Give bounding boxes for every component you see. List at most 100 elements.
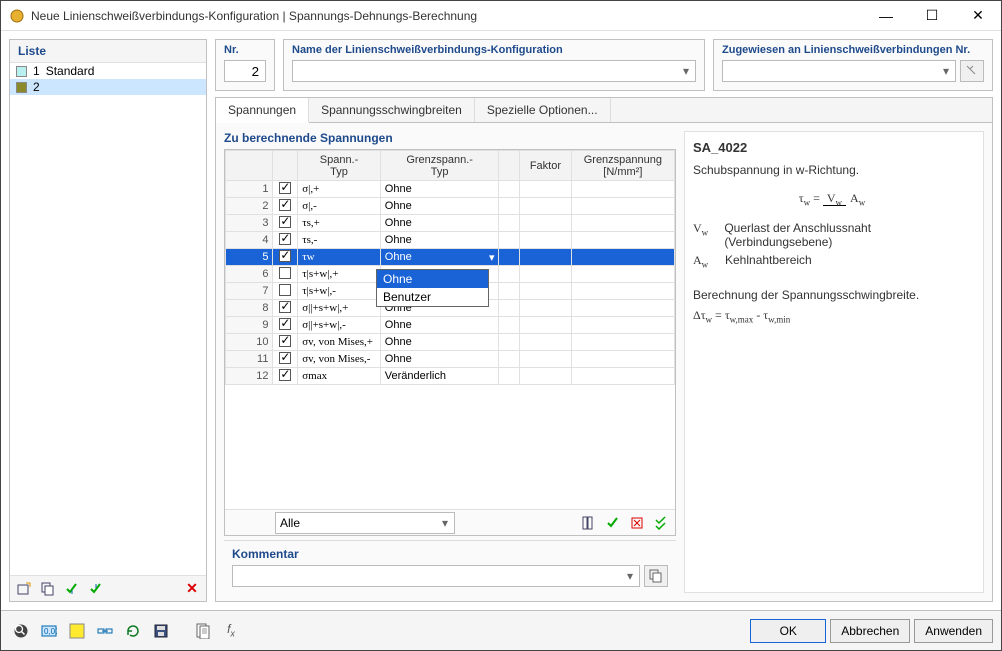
row-checkbox[interactable]: [273, 283, 298, 300]
row-checkbox[interactable]: [273, 317, 298, 334]
grenztyp-cell[interactable]: Ohne: [380, 249, 499, 266]
table-row[interactable]: 12 σmax Veränderlich: [226, 368, 675, 385]
nr-input[interactable]: [224, 60, 266, 82]
grenzspannung-cell[interactable]: [571, 232, 674, 249]
faktor-cell[interactable]: [520, 334, 572, 351]
color-icon[interactable]: [65, 619, 89, 643]
apply-button[interactable]: Anwenden: [914, 619, 993, 643]
row-checkbox[interactable]: [273, 249, 298, 266]
row-checkbox[interactable]: [273, 215, 298, 232]
new-icon[interactable]: [14, 579, 34, 599]
pick-icon[interactable]: [960, 60, 984, 82]
comment-combo[interactable]: [232, 565, 640, 587]
grenzspannung-cell[interactable]: [571, 317, 674, 334]
tab[interactable]: Spannungsschwingbreiten: [309, 98, 475, 122]
faktor-cell[interactable]: [520, 317, 572, 334]
grenztyp-cell[interactable]: Ohne: [380, 215, 499, 232]
grenztyp-cell[interactable]: Ohne: [380, 351, 499, 368]
grid-tool-uncheck-icon[interactable]: [627, 513, 647, 533]
row-checkbox[interactable]: [273, 266, 298, 283]
table-row[interactable]: 3 τs,+ Ohne: [226, 215, 675, 232]
col-spann-typ[interactable]: Spann.-Typ: [298, 151, 381, 181]
faktor-cell[interactable]: [520, 266, 572, 283]
assigned-group: Zugewiesen an Linienschweißverbindungen …: [713, 39, 993, 91]
config-list[interactable]: 1 Standard 2: [10, 63, 206, 575]
grenztyp-cell[interactable]: Veränderlich: [380, 368, 499, 385]
table-row[interactable]: 2 σ|,- Ohne: [226, 198, 675, 215]
grenzspannung-cell[interactable]: [571, 351, 674, 368]
grenztyp-cell[interactable]: Ohne: [380, 181, 499, 198]
tab[interactable]: Spannungen: [216, 98, 309, 123]
table-row[interactable]: 9 σ||+s+w|,- Ohne: [226, 317, 675, 334]
dropdown-option[interactable]: Ohne: [377, 270, 488, 288]
save-icon[interactable]: [149, 619, 173, 643]
faktor-cell[interactable]: [520, 283, 572, 300]
grenzspannung-cell[interactable]: [571, 283, 674, 300]
minimize-button[interactable]: —: [863, 1, 909, 31]
stress-grid[interactable]: Spann.-Typ Grenzspann.-Typ Faktor Grenzs…: [224, 149, 676, 536]
list-item[interactable]: 1 Standard: [10, 63, 206, 79]
link-icon[interactable]: [93, 619, 117, 643]
grenzspannung-cell[interactable]: [571, 266, 674, 283]
ok-button[interactable]: OK: [750, 619, 826, 643]
comment-copy-icon[interactable]: [644, 565, 668, 587]
grenzspannung-cell[interactable]: [571, 368, 674, 385]
grid-tool-toggle-icon[interactable]: [651, 513, 671, 533]
row-checkbox[interactable]: [273, 334, 298, 351]
faktor-cell[interactable]: [520, 181, 572, 198]
report-icon[interactable]: [191, 619, 215, 643]
grenztyp-cell[interactable]: Ohne: [380, 334, 499, 351]
cancel-button[interactable]: Abbrechen: [830, 619, 910, 643]
grenzspannung-cell[interactable]: [571, 215, 674, 232]
faktor-cell[interactable]: [520, 249, 572, 266]
col-faktor[interactable]: Faktor: [520, 151, 572, 181]
grid-tool-check-all-icon[interactable]: [603, 513, 623, 533]
grenztyp-cell[interactable]: Ohne: [380, 232, 499, 249]
grenztyp-dropdown[interactable]: OhneBenutzer: [376, 269, 489, 307]
name-combo[interactable]: [292, 60, 696, 82]
faktor-cell[interactable]: [520, 215, 572, 232]
check-out-icon[interactable]: [86, 579, 106, 599]
faktor-cell[interactable]: [520, 198, 572, 215]
grenzspannung-cell[interactable]: [571, 249, 674, 266]
faktor-cell[interactable]: [520, 368, 572, 385]
grenzspannung-cell[interactable]: [571, 334, 674, 351]
filter-combo[interactable]: Alle: [275, 512, 455, 534]
dropdown-option[interactable]: Benutzer: [377, 288, 488, 306]
delete-icon[interactable]: ✕: [182, 579, 202, 599]
row-checkbox[interactable]: [273, 368, 298, 385]
col-grenz-typ[interactable]: Grenzspann.-Typ: [380, 151, 499, 181]
close-button[interactable]: ✕: [955, 1, 1001, 31]
table-row[interactable]: 4 τs,- Ohne: [226, 232, 675, 249]
table-row[interactable]: 10 σv, von Mises,+ Ohne: [226, 334, 675, 351]
grenztyp-cell[interactable]: Ohne: [380, 198, 499, 215]
faktor-cell[interactable]: [520, 232, 572, 249]
maximize-button[interactable]: ☐: [909, 1, 955, 31]
assigned-combo[interactable]: [722, 60, 956, 82]
grid-tool-columns-icon[interactable]: [579, 513, 599, 533]
faktor-cell[interactable]: [520, 351, 572, 368]
grenzspannung-cell[interactable]: [571, 198, 674, 215]
row-checkbox[interactable]: [273, 232, 298, 249]
table-row[interactable]: 5 τw Ohne: [226, 249, 675, 266]
row-checkbox[interactable]: [273, 351, 298, 368]
row-checkbox[interactable]: [273, 181, 298, 198]
table-row[interactable]: 11 σv, von Mises,- Ohne: [226, 351, 675, 368]
section-title: Zu berechnende Spannungen: [224, 131, 676, 145]
row-checkbox[interactable]: [273, 300, 298, 317]
grenztyp-cell[interactable]: Ohne: [380, 317, 499, 334]
row-checkbox[interactable]: [273, 198, 298, 215]
check-in-icon[interactable]: [62, 579, 82, 599]
units-icon[interactable]: 0,00: [37, 619, 61, 643]
table-row[interactable]: 1 σ|,+ Ohne: [226, 181, 675, 198]
grenzspannung-cell[interactable]: [571, 300, 674, 317]
list-item[interactable]: 2: [10, 79, 206, 95]
help-icon[interactable]: [9, 619, 33, 643]
copy-icon[interactable]: [38, 579, 58, 599]
faktor-cell[interactable]: [520, 300, 572, 317]
grenzspannung-cell[interactable]: [571, 181, 674, 198]
function-icon[interactable]: fx: [219, 619, 243, 643]
refresh-icon[interactable]: [121, 619, 145, 643]
tab[interactable]: Spezielle Optionen...: [475, 98, 611, 122]
col-grenzspannung[interactable]: Grenzspannung[N/mm²]: [571, 151, 674, 181]
